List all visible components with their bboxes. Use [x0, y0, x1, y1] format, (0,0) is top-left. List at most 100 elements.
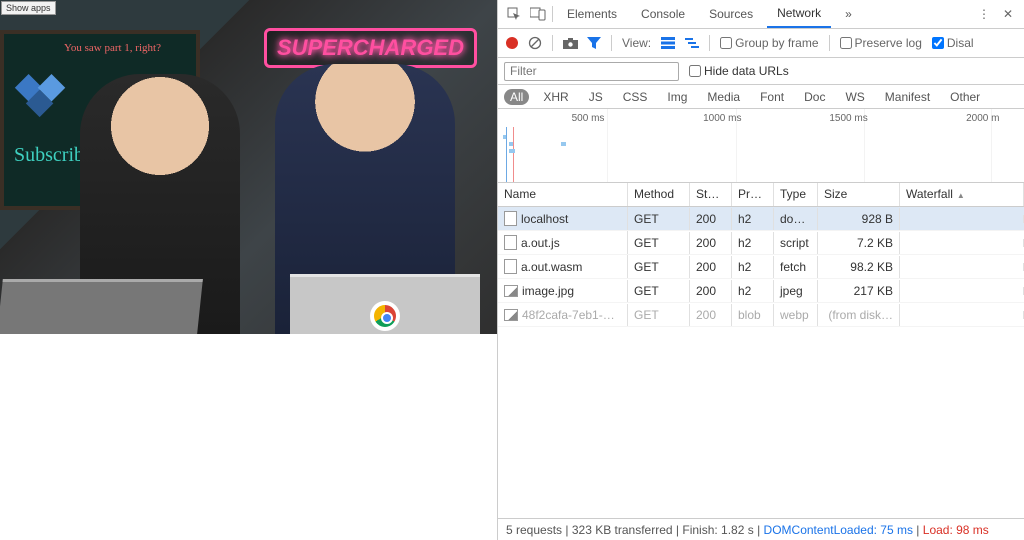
request-size: 98.2 KB: [818, 256, 900, 278]
type-doc[interactable]: Doc: [798, 89, 831, 105]
request-protocol: h2: [732, 256, 774, 278]
devtools-tabbar: Elements Console Sources Network » ⋮ ✕: [498, 0, 1024, 29]
request-size: (from disk…: [818, 304, 900, 326]
request-status: 200: [690, 280, 732, 302]
request-name: localhost: [521, 212, 568, 226]
request-waterfall: [900, 311, 1024, 319]
request-status: 200: [690, 256, 732, 278]
table-row[interactable]: 48f2cafa-7eb1-… GET200blobwebp(from disk…: [498, 303, 1024, 327]
request-status: 200: [690, 304, 732, 326]
disable-cache-checkbox[interactable]: Disal: [932, 36, 974, 50]
tab-more-icon[interactable]: »: [835, 1, 862, 27]
request-type: jpeg: [774, 280, 818, 302]
table-row[interactable]: a.out.js GET200h2script7.2 KB: [498, 231, 1024, 255]
col-type[interactable]: Type: [774, 183, 818, 206]
col-name[interactable]: Name: [498, 183, 628, 206]
request-method: GET: [628, 256, 690, 278]
request-waterfall: [900, 239, 1024, 247]
request-protocol: blob: [732, 304, 774, 326]
col-protocol[interactable]: Pro…: [732, 183, 774, 206]
tab-sources[interactable]: Sources: [699, 1, 763, 27]
laptop-left: [0, 279, 203, 334]
show-apps-button[interactable]: Show apps: [1, 1, 56, 15]
request-name: 48f2cafa-7eb1-…: [522, 308, 615, 322]
status-load: Load: 98 ms: [923, 523, 989, 537]
request-waterfall: [900, 287, 1024, 295]
table-row[interactable]: localhostGET200h2doc…928 B: [498, 207, 1024, 231]
type-media[interactable]: Media: [701, 89, 746, 105]
type-all[interactable]: All: [504, 89, 529, 105]
network-toolbar: View: Group by frame Preserve log Disal: [498, 29, 1024, 58]
hide-data-urls-checkbox[interactable]: Hide data URLs: [689, 64, 789, 78]
request-waterfall: [900, 215, 1024, 223]
type-js[interactable]: JS: [583, 89, 609, 105]
page-blank-area: [0, 334, 497, 540]
device-toggle-icon[interactable]: [528, 7, 548, 21]
type-filter-row: All XHR JS CSS Img Media Font Doc WS Man…: [498, 85, 1024, 109]
capture-screenshots-icon[interactable]: [563, 38, 577, 49]
request-method: GET: [628, 232, 690, 254]
polymer-logo-icon: [14, 74, 89, 129]
type-manifest[interactable]: Manifest: [879, 89, 936, 105]
document-file-icon: [504, 259, 517, 274]
status-finish: Finish: 1.82 s: [682, 523, 753, 537]
timeline-overview[interactable]: 500 ms 1000 ms 1500 ms 2000 m: [498, 109, 1024, 183]
type-other[interactable]: Other: [944, 89, 986, 105]
request-method: GET: [628, 208, 690, 230]
col-size[interactable]: Size: [818, 183, 900, 206]
col-waterfall[interactable]: Waterfall: [900, 183, 1024, 206]
request-name: a.out.wasm: [521, 260, 582, 274]
view-label: View:: [622, 36, 651, 50]
request-waterfall: [900, 263, 1024, 271]
record-button[interactable]: [506, 37, 518, 49]
table-row[interactable]: image.jpgGET200h2jpeg217 KB: [498, 279, 1024, 303]
type-ws[interactable]: WS: [839, 89, 870, 105]
request-size: 7.2 KB: [818, 232, 900, 254]
waterfall-view-icon[interactable]: [685, 37, 699, 49]
request-method: GET: [628, 304, 690, 326]
tab-elements[interactable]: Elements: [557, 1, 627, 27]
chalk-text-top: You saw part 1, right?: [64, 42, 161, 54]
type-img[interactable]: Img: [661, 89, 693, 105]
filter-row: Hide data URLs: [498, 58, 1024, 85]
status-bar: 5 requests | 323 KB transferred | Finish…: [498, 518, 1024, 540]
page-video-frame: You saw part 1, right? Subscribe on YouT…: [0, 0, 497, 334]
network-grid-body: localhostGET200h2doc…928 Ba.out.jsGET200…: [498, 207, 1024, 518]
preserve-log-checkbox[interactable]: Preserve log: [840, 36, 922, 50]
filter-input[interactable]: [504, 62, 679, 81]
type-font[interactable]: Font: [754, 89, 790, 105]
type-css[interactable]: CSS: [617, 89, 654, 105]
inspect-icon[interactable]: [504, 7, 524, 22]
request-type: webp: [774, 304, 818, 326]
network-grid-header: Name Method Sta… Pro… Type Size Waterfal…: [498, 183, 1024, 207]
large-rows-icon[interactable]: [661, 37, 675, 49]
devtools-panel: Elements Console Sources Network » ⋮ ✕ V…: [497, 0, 1024, 540]
request-name: a.out.js: [521, 236, 560, 250]
kebab-menu-icon[interactable]: ⋮: [974, 7, 994, 21]
type-xhr[interactable]: XHR: [537, 89, 574, 105]
request-size: 928 B: [818, 208, 900, 230]
status-requests: 5 requests: [506, 523, 562, 537]
request-status: 200: [690, 232, 732, 254]
filter-toggle-icon[interactable]: [587, 37, 601, 49]
close-devtools-icon[interactable]: ✕: [998, 7, 1018, 21]
tab-network[interactable]: Network: [767, 0, 831, 28]
request-name: image.jpg: [522, 284, 574, 298]
request-type: doc…: [774, 208, 818, 230]
request-type: fetch: [774, 256, 818, 278]
table-row[interactable]: a.out.wasm GET200h2fetch98.2 KB: [498, 255, 1024, 279]
document-file-icon: [504, 211, 517, 226]
image-file-icon: [504, 309, 518, 321]
request-size: 217 KB: [818, 280, 900, 302]
chrome-logo-icon: [370, 301, 400, 331]
group-by-frame-checkbox[interactable]: Group by frame: [720, 36, 818, 50]
request-protocol: h2: [732, 232, 774, 254]
col-status[interactable]: Sta…: [690, 183, 732, 206]
request-status: 200: [690, 208, 732, 230]
request-type: script: [774, 232, 818, 254]
request-protocol: h2: [732, 280, 774, 302]
col-method[interactable]: Method: [628, 183, 690, 206]
tab-console[interactable]: Console: [631, 1, 695, 27]
clear-button[interactable]: [528, 36, 542, 50]
neon-sign: SUPERCHARGED: [264, 28, 477, 68]
